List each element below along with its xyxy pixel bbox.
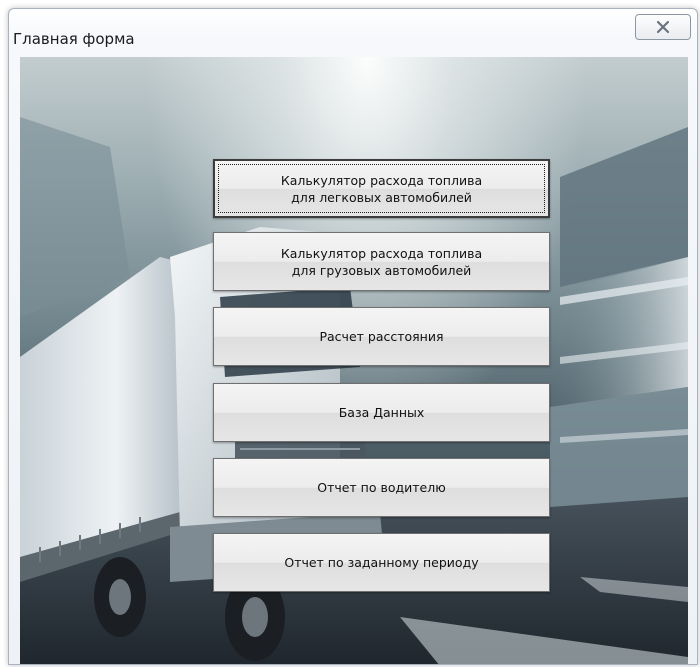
close-button[interactable] bbox=[635, 14, 691, 40]
distance-calculation-button[interactable]: Расчет расстояния bbox=[213, 307, 550, 366]
period-report-button[interactable]: Отчет по заданному периоду bbox=[213, 533, 550, 592]
form-background: Калькулятор расхода топлива для легковых… bbox=[20, 57, 688, 664]
close-x-icon bbox=[656, 20, 670, 34]
title-bar[interactable]: Главная форма bbox=[9, 9, 697, 57]
truck-fuel-calculator-button[interactable]: Калькулятор расхода топлива для грузовых… bbox=[213, 232, 550, 291]
database-button[interactable]: База Данных bbox=[213, 383, 550, 442]
car-fuel-calculator-button[interactable]: Калькулятор расхода топлива для легковых… bbox=[213, 159, 550, 218]
window-title: Главная форма bbox=[13, 30, 135, 48]
driver-report-button[interactable]: Отчет по водителю bbox=[213, 458, 550, 517]
main-form-window: Главная форма Калькулятор расхода топлив… bbox=[8, 8, 698, 665]
